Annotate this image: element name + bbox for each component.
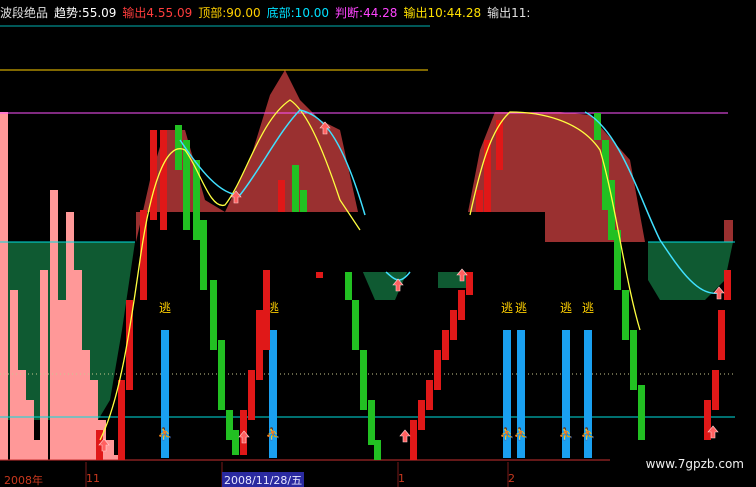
x-label-2: 2 <box>508 472 515 485</box>
pink-hist-bar-8 <box>66 212 74 460</box>
candle-26 <box>374 440 381 460</box>
candle-17 <box>263 270 270 350</box>
pink-hist-bar-10 <box>82 350 90 460</box>
candle-25 <box>368 400 375 445</box>
indicator-value-0: 趋势:55.09 <box>54 6 117 20</box>
indicator-value-5: 输出10:44.28 <box>403 6 482 20</box>
escape-label-0: 逃 <box>159 301 171 315</box>
candle-39 <box>602 140 609 210</box>
x-label-1: 1 <box>398 472 405 485</box>
candle-12 <box>226 410 233 440</box>
runner-icon-2: ⛹ <box>500 426 515 441</box>
pink-hist-bar-7 <box>58 300 66 460</box>
candle-23 <box>352 300 359 350</box>
candle-8 <box>193 160 200 240</box>
watermark: www.7gpzb.com <box>645 457 744 471</box>
signal-arrow-5 <box>399 429 411 443</box>
candle-9 <box>200 220 207 290</box>
candle-48 <box>724 270 731 300</box>
candle-33 <box>458 290 465 320</box>
candle-45 <box>704 400 711 440</box>
candle-31 <box>442 330 449 360</box>
pink-hist-bar-6 <box>50 190 58 460</box>
indicator-title: 波段绝品 <box>0 6 49 20</box>
candle-35 <box>476 190 483 212</box>
candle-29 <box>426 380 433 410</box>
candle-43 <box>630 330 637 390</box>
candle-11 <box>218 340 225 410</box>
pink-hist-bar-2 <box>18 370 26 460</box>
rise-fill-3 <box>724 220 733 242</box>
candle-38 <box>594 113 601 140</box>
escape-label-5: 逃 <box>582 301 594 315</box>
runner-icon-0: ⛹ <box>158 426 173 441</box>
candle-19 <box>292 165 299 212</box>
candle-1 <box>118 380 125 460</box>
runner-icon-1: ⛹ <box>266 426 281 441</box>
candle-37 <box>496 120 503 170</box>
indicator-values: 趋势:55.09 输出4.55.09 顶部:90.00 底部:10.00 判断:44.2… <box>54 4 530 22</box>
candle-5 <box>160 130 167 230</box>
candle-46 <box>712 370 719 410</box>
indicator-value-1: 输出4.55.09 <box>122 6 193 20</box>
x-label-year: 2008年 <box>4 474 43 487</box>
pink-hist-bar-1 <box>10 290 18 460</box>
x-label-11: 11 <box>86 472 100 485</box>
runner-icon-3: ⛹ <box>514 426 529 441</box>
candle-42 <box>622 290 629 340</box>
runner-icon-5: ⛹ <box>581 426 596 441</box>
runner-icon-4: ⛹ <box>559 426 574 441</box>
escape-label-3: 逃 <box>515 301 527 315</box>
pink-hist-bar-3 <box>26 400 34 460</box>
candle-24 <box>360 350 367 410</box>
candle-28 <box>418 400 425 430</box>
candle-32 <box>450 310 457 340</box>
pink-hist-bar-0 <box>0 112 8 460</box>
indicator-header: 波段绝品 趋势:55.09 输出4.55.09 顶部:90.00 底部:10.00 判断… <box>0 4 530 22</box>
indicator-value-4: 判断:44.28 <box>335 6 398 20</box>
candle-16 <box>256 310 263 380</box>
candle-20 <box>300 190 307 212</box>
candle-13 <box>232 430 239 455</box>
indicator-value-2: 顶部:90.00 <box>198 6 261 20</box>
candle-10 <box>210 280 217 350</box>
candle-21 <box>316 272 323 278</box>
pink-hist-bar-9 <box>74 270 82 460</box>
candle-27 <box>410 420 417 460</box>
candle-6 <box>175 125 182 170</box>
candle-22 <box>345 272 352 300</box>
indicator-value-6: 输出11: <box>487 6 531 20</box>
candle-4 <box>150 130 157 220</box>
indicator-value-3: 底部:10.00 <box>266 6 330 20</box>
candle-34 <box>466 272 473 295</box>
candle-15 <box>248 370 255 420</box>
indicator-chart[interactable]: 逃⛹逃⛹逃⛹逃⛹逃⛹逃⛹ <box>0 0 756 487</box>
x-label-cursor-date[interactable]: 2008/11/28/五 <box>222 472 305 487</box>
candle-44 <box>638 385 645 440</box>
chart-stage: 逃 ⛹ 逃 ⛹ 逃 ⛹ 逃 ⛹ 逃 ⛹ 逃 ⛹ 波段绝品 趋势:55.09 输出4.55.09 顶部:90… <box>0 0 756 487</box>
candle-18 <box>278 180 285 212</box>
pink-hist-bar-5 <box>40 270 48 460</box>
escape-label-2: 逃 <box>501 301 513 315</box>
escape-label-4: 逃 <box>560 301 572 315</box>
candle-47 <box>718 310 725 360</box>
center-gap <box>205 212 545 272</box>
candle-30 <box>434 350 441 390</box>
